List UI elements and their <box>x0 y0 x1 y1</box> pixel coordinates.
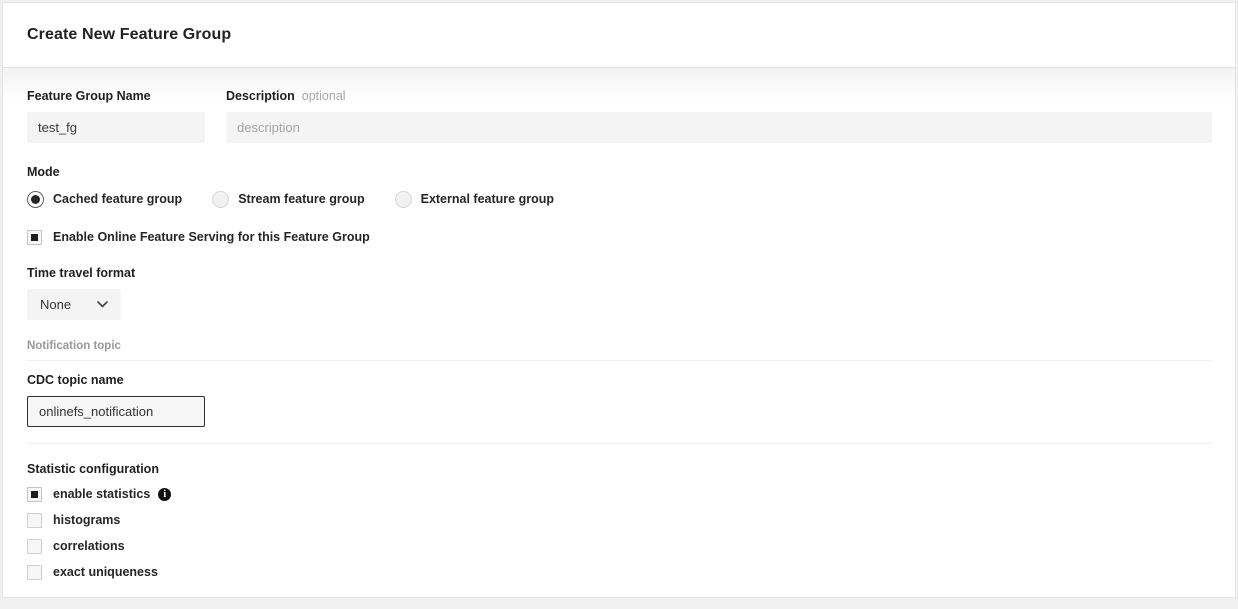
chevron-down-icon <box>97 301 108 308</box>
description-field-group: Descriptionoptional <box>226 89 1212 143</box>
section-divider <box>27 443 1212 444</box>
name-description-row: Feature Group Name Descriptionoptional <box>27 68 1212 143</box>
checkbox-unchecked-icon[interactable] <box>27 513 42 528</box>
radio-cached-feature-group[interactable]: Cached feature group <box>27 191 182 208</box>
checkbox-label: enable statistics <box>53 487 150 502</box>
checkbox-checked-icon[interactable] <box>27 487 42 502</box>
online-serving-checkbox-row[interactable]: Enable Online Feature Serving for this F… <box>27 230 1212 245</box>
mode-label: Mode <box>27 165 1212 179</box>
online-serving-label: Enable Online Feature Serving for this F… <box>53 230 370 245</box>
mode-radio-group: Cached feature group Stream feature grou… <box>27 191 1212 208</box>
radio-external-feature-group[interactable]: External feature group <box>395 191 554 208</box>
description-input[interactable] <box>226 112 1212 143</box>
panel-header: Create New Feature Group <box>3 3 1235 68</box>
info-icon[interactable]: i <box>158 488 171 501</box>
radio-unselected-icon[interactable] <box>212 191 229 208</box>
time-travel-format-label: Time travel format <box>27 266 1212 280</box>
radio-unselected-icon[interactable] <box>395 191 412 208</box>
create-feature-group-panel: Create New Feature Group Feature Group N… <box>2 2 1236 598</box>
histograms-checkbox-row[interactable]: histograms <box>27 513 1212 528</box>
feature-group-name-field-group: Feature Group Name <box>27 89 205 143</box>
radio-label: External feature group <box>421 192 554 207</box>
cdc-topic-name-label: CDC topic name <box>27 373 1212 387</box>
checkbox-label: correlations <box>53 539 125 554</box>
radio-stream-feature-group[interactable]: Stream feature group <box>212 191 364 208</box>
optional-tag: optional <box>302 89 346 103</box>
time-travel-format-select[interactable]: None <box>27 289 121 320</box>
enable-statistics-checkbox-row[interactable]: enable statistics i <box>27 487 1212 502</box>
cdc-topic-name-input[interactable] <box>27 396 205 427</box>
checkbox-label: histograms <box>53 513 120 528</box>
radio-label: Cached feature group <box>53 192 182 207</box>
checkbox-unchecked-icon[interactable] <box>27 539 42 554</box>
checkbox-checked-icon[interactable] <box>27 230 42 245</box>
correlations-checkbox-row[interactable]: correlations <box>27 539 1212 554</box>
radio-label: Stream feature group <box>238 192 364 207</box>
notification-topic-section-label: Notification topic <box>27 341 1212 352</box>
section-divider <box>27 360 1212 361</box>
form-content: Feature Group Name Descriptionoptional M… <box>3 68 1235 580</box>
statistic-configuration-label: Statistic configuration <box>27 462 1212 476</box>
description-label: Descriptionoptional <box>226 89 1212 103</box>
page-title: Create New Feature Group <box>27 26 231 44</box>
radio-selected-icon[interactable] <box>27 191 44 208</box>
feature-group-name-label: Feature Group Name <box>27 89 205 103</box>
checkbox-unchecked-icon[interactable] <box>27 565 42 580</box>
feature-group-name-input[interactable] <box>27 112 205 143</box>
checkbox-label: exact uniqueness <box>53 565 158 580</box>
exact-uniqueness-checkbox-row[interactable]: exact uniqueness <box>27 565 1212 580</box>
selected-value: None <box>40 297 71 312</box>
